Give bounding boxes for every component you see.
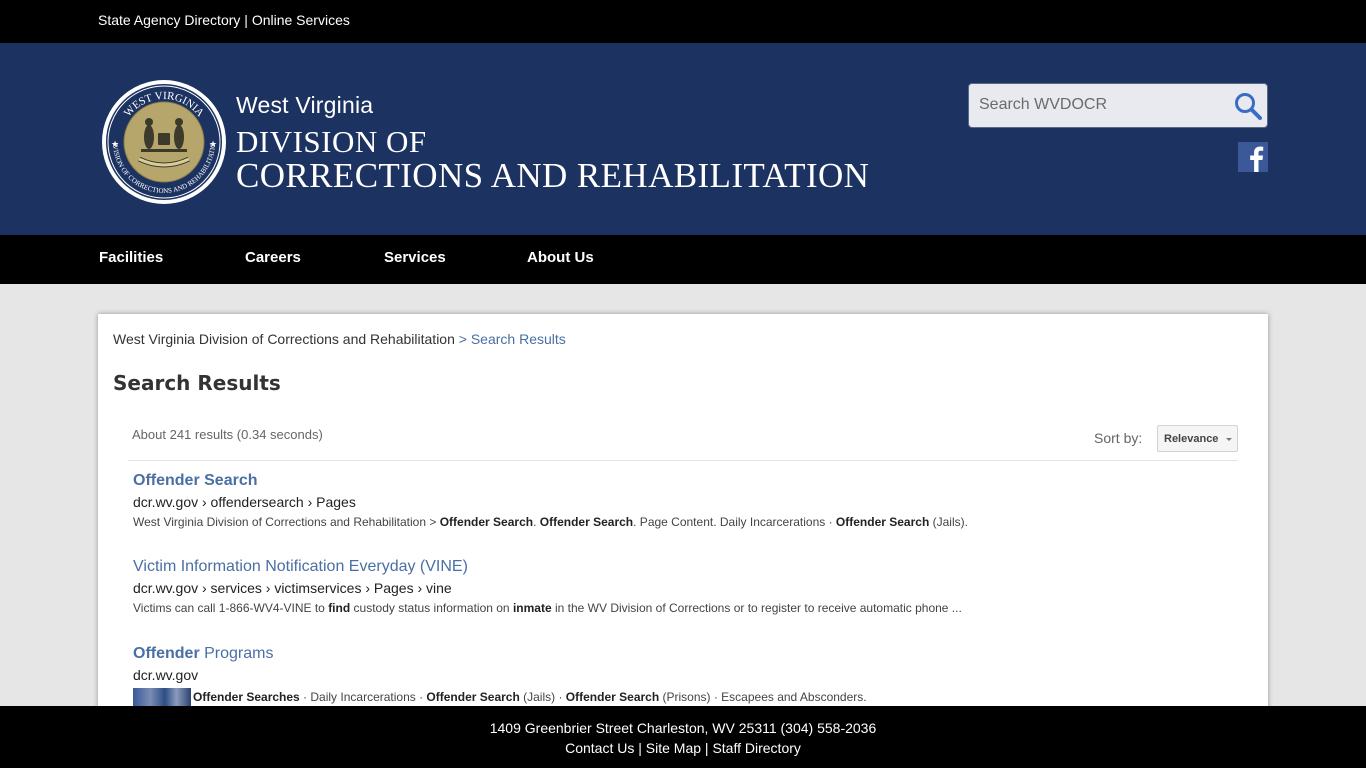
breadcrumb-current: > Search Results	[458, 331, 566, 347]
svg-text:★: ★	[111, 139, 119, 149]
snippet-keyword: Offender Searches	[193, 690, 300, 704]
division-name-heading: CORRECTIONS AND REHABILITATION	[236, 156, 870, 195]
svg-text:★: ★	[209, 139, 217, 149]
utility-links: State Agency Directory | Online Services	[98, 12, 350, 28]
site-footer: 1409 Greenbrier Street Charleston, WV 25…	[0, 706, 1366, 768]
snippet-text: Victims can call 1-866-WV4-VINE to	[133, 601, 329, 615]
search-result: Offender Search dcr.wv.gov › offendersea…	[133, 471, 1233, 530]
top-utility-bar: State Agency Directory | Online Services	[0, 0, 1366, 43]
snippet-text: (Prisons) · Escapees and Absconders.	[659, 690, 867, 704]
state-name-heading: West Virginia	[236, 92, 374, 118]
nav-item-services[interactable]: Services	[384, 249, 446, 266]
results-divider	[128, 460, 1238, 461]
search-results-card: West Virginia Division of Corrections an…	[98, 314, 1268, 734]
snippet-text: .	[533, 515, 540, 529]
result-title-link[interactable]: Offender Programs	[133, 644, 1233, 664]
snippet-keyword: Offender Search	[539, 515, 634, 529]
result-snippet: Offender Searches · Daily Incarcerations…	[133, 688, 1233, 706]
snippet-keyword: Offender Search	[565, 690, 660, 704]
nav-item-about-us[interactable]: About Us	[527, 249, 594, 266]
snippet-text: West Virginia Division of Corrections an…	[133, 515, 440, 529]
nav-item-facilities[interactable]: Facilities	[99, 249, 163, 266]
result-url: dcr.wv.gov	[133, 667, 199, 683]
division-of-heading: DIVISION OF	[236, 124, 427, 159]
search-result: Victim Information Notification Everyday…	[133, 557, 1233, 616]
result-snippet: West Virginia Division of Corrections an…	[133, 515, 1233, 530]
utility-separator: |	[244, 12, 252, 28]
snippet-text: (Jails).	[929, 515, 968, 529]
snippet-keyword: Offender Search	[835, 515, 930, 529]
online-services-link[interactable]: Online Services	[252, 12, 350, 28]
snippet-text: . Page Content. Daily Incarcerations ·	[633, 515, 836, 529]
main-navigation: Facilities Careers Services About Us	[0, 235, 1366, 284]
footer-separator: |	[638, 740, 646, 756]
snippet-text: custody status information on	[350, 601, 513, 615]
result-title-link[interactable]: Offender Search	[133, 471, 1233, 491]
result-count: About 241 results (0.34 seconds)	[132, 427, 323, 442]
nav-item-careers[interactable]: Careers	[245, 249, 301, 266]
result-title-link[interactable]: Victim Information Notification Everyday…	[133, 557, 1233, 577]
result-snippet: Victims can call 1-866-WV4-VINE to find …	[133, 601, 1233, 616]
state-agency-directory-link[interactable]: State Agency Directory	[98, 12, 240, 28]
footer-link-site-map[interactable]: Site Map	[646, 740, 701, 756]
site-search	[968, 83, 1268, 128]
search-icon[interactable]	[1233, 91, 1263, 121]
snippet-text: (Jails) ·	[519, 690, 566, 704]
chevron-down-icon	[1226, 438, 1232, 441]
footer-link-staff-directory[interactable]: Staff Directory	[712, 740, 800, 756]
result-thumbnail[interactable]	[133, 688, 191, 706]
snippet-text: · Daily Incarcerations ·	[299, 690, 427, 704]
breadcrumb-home-link[interactable]: West Virginia Division of Corrections an…	[113, 331, 455, 347]
page-title: Search Results	[113, 371, 281, 395]
snippet-keyword: Offender Search	[439, 515, 534, 529]
result-url: dcr.wv.gov › services › victimservices ›…	[133, 580, 452, 596]
site-search-input[interactable]	[979, 94, 1229, 116]
footer-address: 1409 Greenbrier Street Charleston, WV 25…	[489, 720, 877, 736]
sort-label: Sort by:	[1094, 430, 1143, 446]
snippet-text: in the WV Division of Corrections or to …	[551, 601, 962, 615]
state-seal-logo[interactable]: WEST VIRGINIA DIVISION OF CORRECTIONS AN…	[101, 79, 227, 205]
breadcrumb: West Virginia Division of Corrections an…	[113, 331, 566, 347]
facebook-icon[interactable]	[1238, 142, 1268, 172]
snippet-keyword: Offender Search	[426, 690, 520, 704]
snippet-keyword: inmate	[512, 601, 552, 615]
footer-link-contact-us[interactable]: Contact Us	[565, 740, 634, 756]
snippet-keyword: find	[328, 601, 351, 615]
sort-dropdown[interactable]: Relevance	[1157, 425, 1238, 452]
sort-dropdown-value: Relevance	[1164, 433, 1219, 445]
footer-links: Contact Us | Site Map | Staff Directory	[0, 740, 1366, 756]
search-result: Offender Programs dcr.wv.gov Offender Se…	[133, 644, 1233, 706]
result-url: dcr.wv.gov › offendersearch › Pages	[133, 494, 356, 510]
